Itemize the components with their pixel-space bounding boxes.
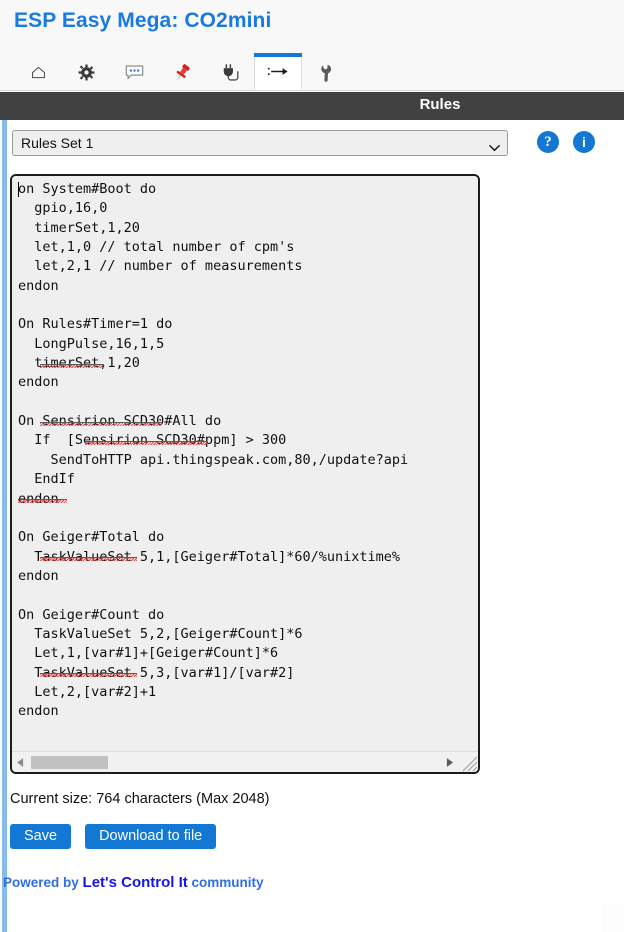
tab-rules[interactable]: [254, 53, 302, 90]
editor-action-buttons: Save Download to file: [10, 824, 217, 849]
page-bottom-filler: [602, 904, 624, 932]
text-underline: [40, 422, 162, 423]
tab-config[interactable]: [62, 53, 110, 90]
download-to-file-button[interactable]: Download to file: [85, 824, 217, 849]
spellcheck-underline: [40, 365, 104, 368]
text-underline: [40, 557, 137, 558]
info-icon[interactable]: i: [573, 131, 595, 153]
help-icon[interactable]: ?: [537, 131, 559, 153]
editor-horizontal-scrollbar[interactable]: [12, 751, 478, 772]
text-underline: [18, 499, 67, 500]
scrollbar-thumb[interactable]: [31, 756, 108, 769]
rules-arrow-icon: [267, 64, 289, 79]
text-underline: [40, 364, 104, 365]
tab-devices[interactable]: [206, 53, 254, 90]
gear-icon: [78, 64, 95, 81]
text-caret: [18, 182, 19, 197]
footer-brand-link[interactable]: Let's Control It: [83, 874, 188, 891]
ruleset-select[interactable]: Rules Set 1: [12, 130, 508, 156]
rules-editor-container: on System#Boot do gpio,16,0 timerSet,1,2…: [10, 174, 480, 774]
tab-controllers[interactable]: [110, 53, 158, 90]
spellcheck-underline: [40, 423, 162, 426]
textarea-resize-handle[interactable]: [458, 752, 478, 772]
character-count-status: Current size: 764 characters (Max 2048): [10, 791, 270, 807]
main-tab-bar: [14, 53, 350, 91]
spellcheck-underline: [40, 674, 137, 677]
save-button[interactable]: Save: [10, 824, 72, 849]
footer-suffix: community: [191, 875, 264, 890]
tab-hardware[interactable]: [158, 53, 206, 90]
spellcheck-underline: [85, 442, 207, 445]
text-underline: [85, 441, 207, 442]
scroll-left-arrow-icon[interactable]: [12, 752, 29, 772]
tab-home[interactable]: [14, 53, 62, 90]
footer-powered-by: Powered by: [3, 875, 79, 890]
left-accent-rail: [2, 120, 7, 932]
section-title: Rules: [419, 96, 461, 113]
wrench-icon: [317, 63, 336, 82]
scroll-right-arrow-icon[interactable]: [441, 752, 458, 772]
footer-credit: Powered by Let's Control It community: [3, 874, 264, 891]
tab-tools[interactable]: [302, 53, 350, 90]
rules-textarea[interactable]: on System#Boot do gpio,16,0 timerSet,1,2…: [12, 176, 478, 752]
section-header-bar: Rules: [0, 92, 624, 120]
home-icon: [30, 64, 47, 81]
pushpin-icon: [173, 63, 192, 82]
ruleset-controls-row: Rules Set 1 ? i: [12, 130, 612, 158]
page-title: ESP Easy Mega: CO2mini: [14, 9, 272, 32]
speech-bubble-icon: [125, 64, 144, 81]
power-plug-icon: [220, 63, 241, 82]
spellcheck-underline: [40, 558, 137, 561]
app-header: ESP Easy Mega: CO2mini: [0, 0, 624, 91]
spellcheck-underline: [18, 500, 67, 503]
text-underline: [40, 673, 137, 674]
